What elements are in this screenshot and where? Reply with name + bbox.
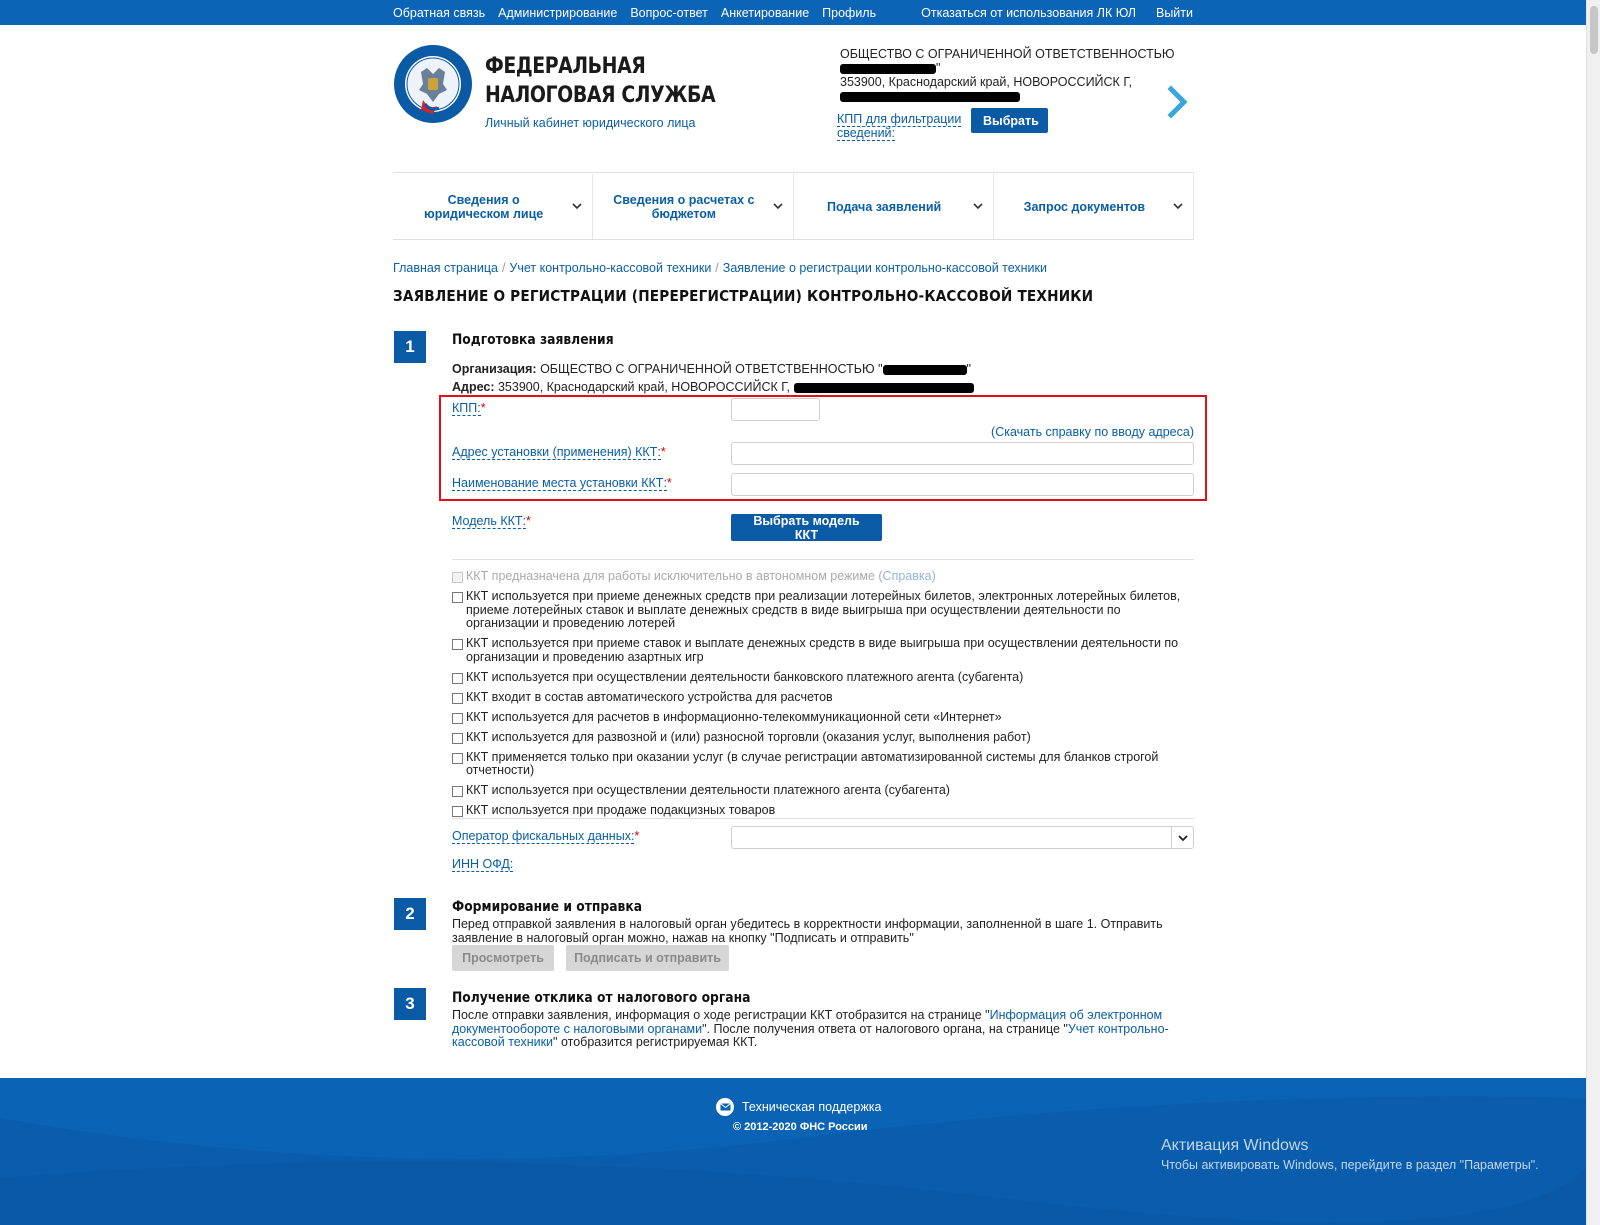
top-bar: Обратная связь Администрирование Вопрос-…	[0, 0, 1586, 25]
main-nav: Сведения о юридическом лице Сведения о р…	[393, 174, 1194, 240]
model-label[interactable]: Модель ККТ:*	[452, 514, 531, 529]
tech-support-link[interactable]: Техническая поддержка	[716, 1098, 881, 1116]
step-2-text: Перед отправкой заявления в налоговый ор…	[452, 917, 1163, 945]
checkbox-gambling[interactable]: ККТ используется при приеме ставок и вып…	[452, 636, 1196, 664]
checkbox[interactable]	[452, 572, 463, 583]
fns-emblem-icon	[394, 45, 472, 123]
divider	[393, 239, 1194, 240]
ofd-select[interactable]	[731, 826, 1194, 849]
breadcrumb: Главная страница / Учет контрольно-кассово…	[393, 261, 1047, 275]
chevron-down-icon	[1173, 203, 1183, 210]
checkbox[interactable]	[452, 786, 463, 797]
logout-link[interactable]: Выйти	[1156, 6, 1193, 20]
nav-item-documents[interactable]: Запрос документов	[994, 174, 1194, 240]
brand-subtitle: Личный кабинет юридического лица	[485, 116, 696, 130]
scrollbar-thumb[interactable]	[1590, 6, 1598, 54]
checkbox[interactable]	[452, 732, 463, 744]
step-3-number: 3	[394, 988, 426, 1020]
footer: Техническая поддержка © 2012-2020 ФНС Ро…	[0, 1078, 1586, 1225]
page-scrollbar[interactable]	[1586, 0, 1600, 1225]
topbar-link-survey[interactable]: Анкетирование	[721, 6, 809, 20]
header-org-name: ОБЩЕСТВО С ОГРАНИЧЕННОЙ ОТВЕТСТВЕННОСТЬЮ	[840, 47, 1175, 61]
brand-title: ФЕДЕРАЛЬНАЯ НАЛОГОВАЯ СЛУЖБА	[485, 54, 716, 108]
topbar-link-feedback[interactable]: Обратная связь	[393, 6, 485, 20]
copyright: © 2012-2020 ФНС России	[733, 1121, 868, 1133]
checkbox-delivery-trade[interactable]: ККТ используется для развозной и (или) р…	[452, 730, 1196, 745]
topbar-link-admin[interactable]: Администрирование	[498, 6, 617, 20]
help-link[interactable]: Справка	[883, 569, 932, 583]
redacted-address	[793, 382, 974, 393]
redacted-org-name	[882, 364, 967, 375]
sign-send-button[interactable]: Подписать и отправить	[566, 945, 729, 971]
address-help-link[interactable]: (Скачать справку по вводу адреса)	[991, 425, 1194, 439]
checkbox[interactable]	[452, 752, 463, 764]
step-1-number: 1	[394, 331, 426, 363]
inn-ofd-label[interactable]: ИНН ОФД:	[452, 857, 514, 872]
breadcrumb-home[interactable]: Главная страница	[393, 261, 498, 275]
kkt-options: ККТ предназначена для работы исключитель…	[452, 569, 1196, 824]
windows-activation-watermark: Активация Windows Чтобы активировать Win…	[1161, 1137, 1539, 1172]
install-place-input[interactable]	[731, 473, 1194, 496]
kpp-label[interactable]: КПП:*	[452, 401, 486, 416]
divider	[452, 818, 1194, 819]
install-address-input[interactable]	[731, 442, 1194, 465]
select-kpp-button[interactable]: Выбрать	[971, 108, 1048, 133]
checkbox-services-only[interactable]: ККТ применяется только при оказании услу…	[452, 750, 1196, 778]
kpp-filter-link[interactable]: КПП для фильтрации сведений:	[837, 112, 967, 141]
breadcrumb-current[interactable]: Заявление о регистрации контрольно-кассо…	[723, 261, 1047, 275]
select-model-button[interactable]: Выбрать модель ККТ	[731, 514, 882, 542]
step-3-text: После отправки заявления, информация о х…	[452, 1008, 1169, 1049]
header-org-info: ОБЩЕСТВО С ОГРАНИЧЕННОЙ ОТВЕТСТВЕННОСТЬЮ…	[840, 47, 1180, 103]
org-info: Организация: ОБЩЕСТВО С ОГРАНИЧЕННОЙ ОТВ…	[452, 362, 971, 376]
checkbox-bank-agent[interactable]: ККТ используется при осуществлении деяте…	[452, 670, 1196, 685]
checkbox-internet[interactable]: ККТ используется для расчетов в информац…	[452, 710, 1196, 725]
nav-item-applications[interactable]: Подача заявлений	[794, 174, 994, 240]
divider	[393, 172, 1194, 173]
nav-item-company-info[interactable]: Сведения о юридическом лице	[393, 174, 594, 240]
checkbox[interactable]	[452, 592, 463, 603]
install-address-label[interactable]: Адрес установки (применения) ККТ:*	[452, 445, 666, 460]
ofd-label[interactable]: Оператор фискальных данных:*	[452, 829, 639, 844]
checkbox-excise-goods[interactable]: ККТ используется при продаже подакцизных…	[452, 803, 1196, 818]
step-2-title: Формирование и отправка	[452, 899, 643, 915]
redacted-address	[840, 91, 1020, 102]
chevron-down-icon	[572, 203, 582, 210]
checkbox[interactable]	[452, 806, 463, 817]
checkbox-payment-agent[interactable]: ККТ используется при осуществлении деяте…	[452, 783, 1196, 798]
step-3-title: Получение отклика от налогового органа	[452, 990, 751, 1006]
step-1-title: Подготовка заявления	[452, 332, 614, 348]
redacted-org-name	[840, 63, 936, 74]
nav-item-budget[interactable]: Сведения о расчетах с бюджетом	[593, 174, 794, 240]
checkbox-autonomous[interactable]: ККТ предназначена для работы исключитель…	[452, 569, 1196, 584]
breadcrumb-kkt[interactable]: Учет контрольно-кассовой техники	[509, 261, 711, 275]
checkbox-lottery[interactable]: ККТ используется при приеме денежных сре…	[452, 589, 1196, 631]
divider	[452, 559, 1194, 560]
install-place-label[interactable]: Наименование места установки ККТ:*	[452, 476, 672, 491]
topbar-link-faq[interactable]: Вопрос-ответ	[630, 6, 708, 20]
checkbox[interactable]	[452, 672, 463, 684]
opt-out-link[interactable]: Отказаться от использования ЛК ЮЛ	[921, 6, 1136, 20]
step-2-number: 2	[394, 898, 426, 930]
checkbox[interactable]	[452, 712, 463, 724]
chevron-down-icon	[973, 203, 983, 210]
kpp-input[interactable]	[731, 398, 820, 421]
chevron-down-icon	[1177, 834, 1188, 841]
page-title: ЗАЯВЛЕНИЕ О РЕГИСТРАЦИИ (ПЕРЕРЕГИСТРАЦИИ…	[393, 287, 1094, 305]
checkbox[interactable]	[452, 692, 463, 704]
checkbox[interactable]	[452, 639, 463, 650]
address-info: Адрес: 353900, Краснодарский край, НОВОР…	[452, 380, 974, 394]
checkbox-automatic-device[interactable]: ККТ входит в состав автоматического устр…	[452, 690, 1196, 705]
header-org-address: 353900, Краснодарский край, НОВОРОССИЙСК…	[840, 75, 1133, 89]
chevron-down-icon	[772, 203, 783, 210]
mail-icon	[716, 1098, 734, 1116]
chevron-right-icon[interactable]	[1166, 84, 1190, 120]
preview-button[interactable]: Просмотреть	[452, 945, 554, 971]
topbar-link-profile[interactable]: Профиль	[822, 6, 876, 20]
